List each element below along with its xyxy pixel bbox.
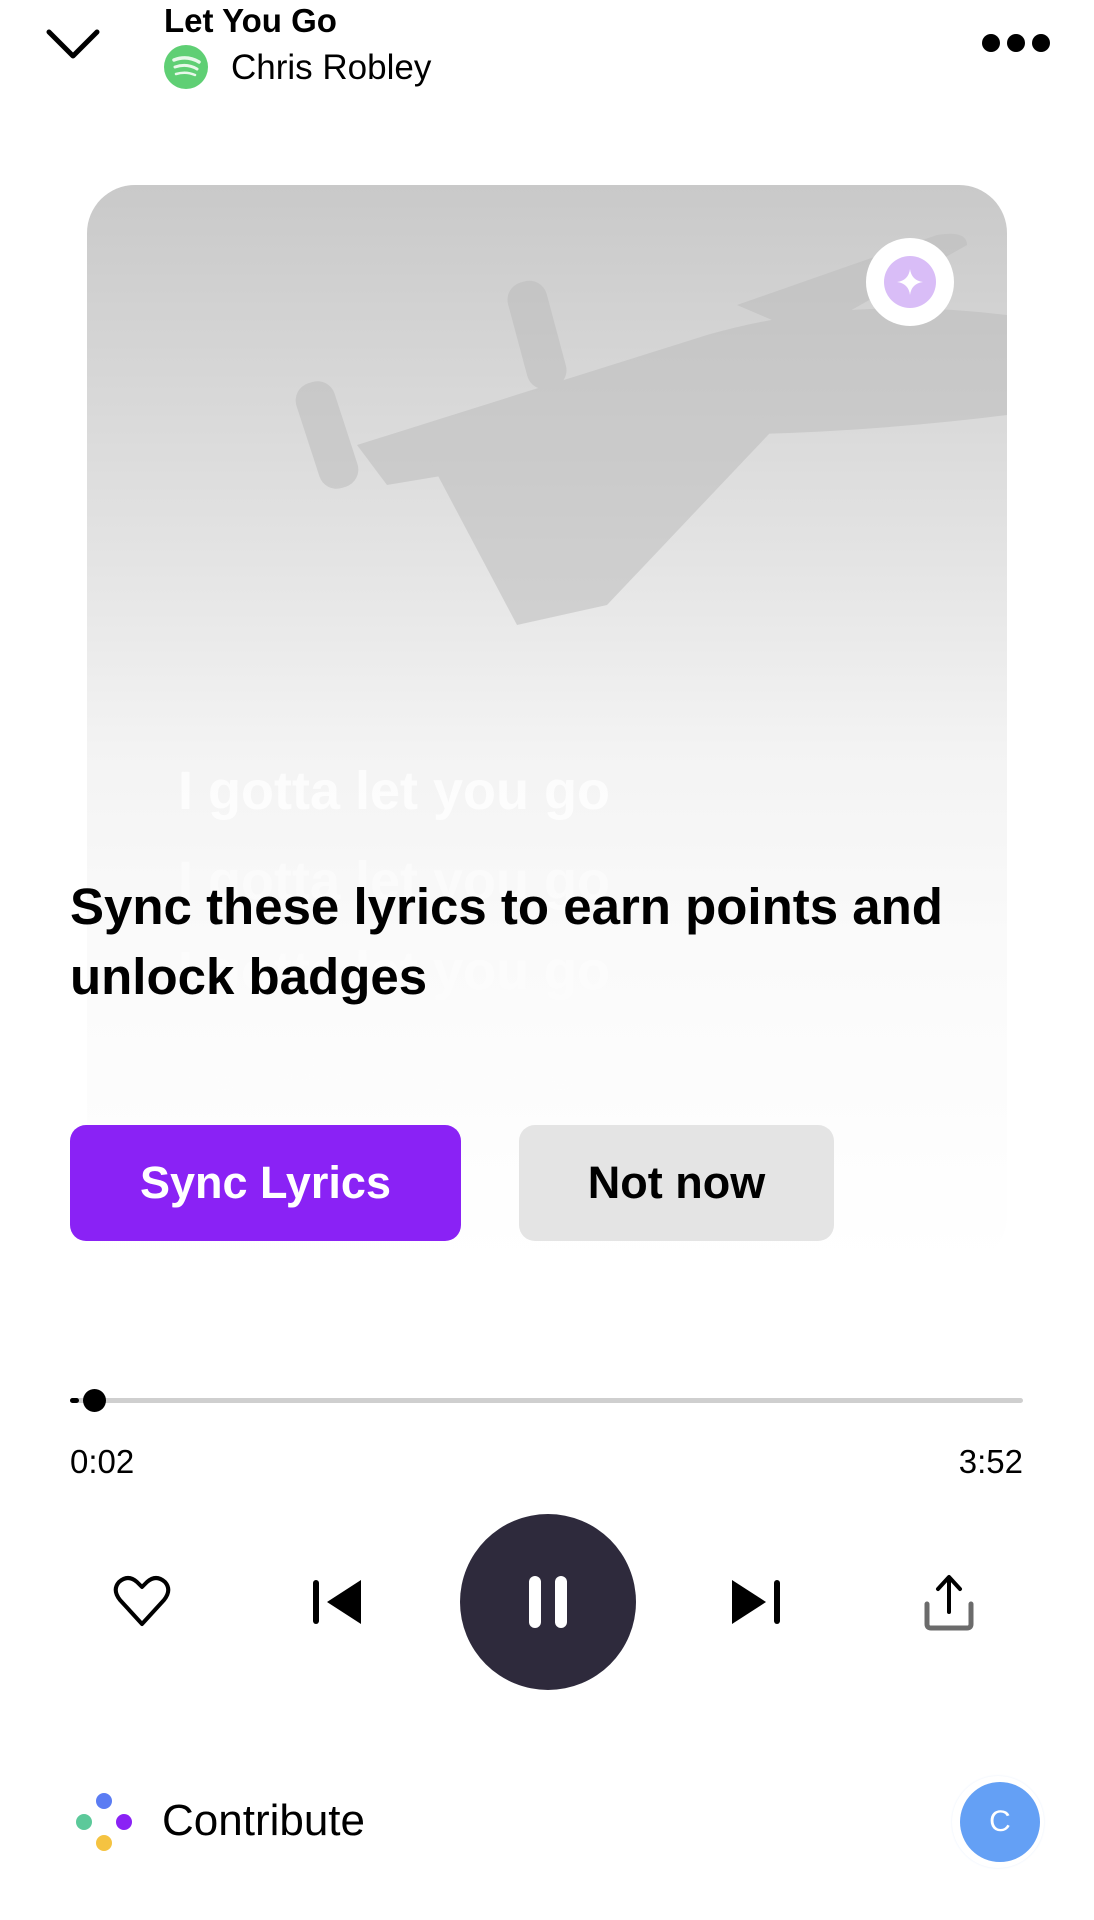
pause-icon [529,1576,567,1628]
lyric-line: I gotta let you go [178,761,610,821]
contribute-icon[interactable] [74,1792,134,1852]
chevron-down-icon[interactable] [44,24,102,64]
sync-lyrics-button[interactable]: Sync Lyrics [70,1125,461,1241]
artist-name[interactable]: Chris Robley [231,48,431,88]
sync-prompt-heading: Sync these lyrics to earn points and unl… [70,878,943,1005]
next-icon[interactable] [724,1570,788,1634]
elapsed-time: 0:02 [70,1443,135,1480]
share-icon[interactable] [917,1570,981,1634]
progress-fill [70,1398,79,1403]
sparkle-button[interactable] [866,238,954,326]
avatar[interactable]: C [960,1782,1040,1862]
total-time: 3:52 [958,1443,1023,1480]
not-now-button[interactable]: Not now [519,1125,834,1241]
progress-knob[interactable] [82,1389,106,1412]
spotify-icon [164,45,208,89]
sparkle-icon [897,269,923,295]
heart-icon[interactable] [110,1570,174,1634]
previous-icon[interactable] [305,1570,369,1634]
more-horizontal-icon[interactable] [980,32,1052,54]
lyrics-card: I gotta let you go I gotta let you go I … [87,185,1007,1265]
contribute-link[interactable]: Contribute [162,1796,365,1846]
pause-button[interactable] [460,1514,636,1690]
lyric-line: I gotta let you go [178,1031,610,1091]
progress-track[interactable] [70,1398,1023,1403]
track-title: Let You Go [164,2,337,39]
